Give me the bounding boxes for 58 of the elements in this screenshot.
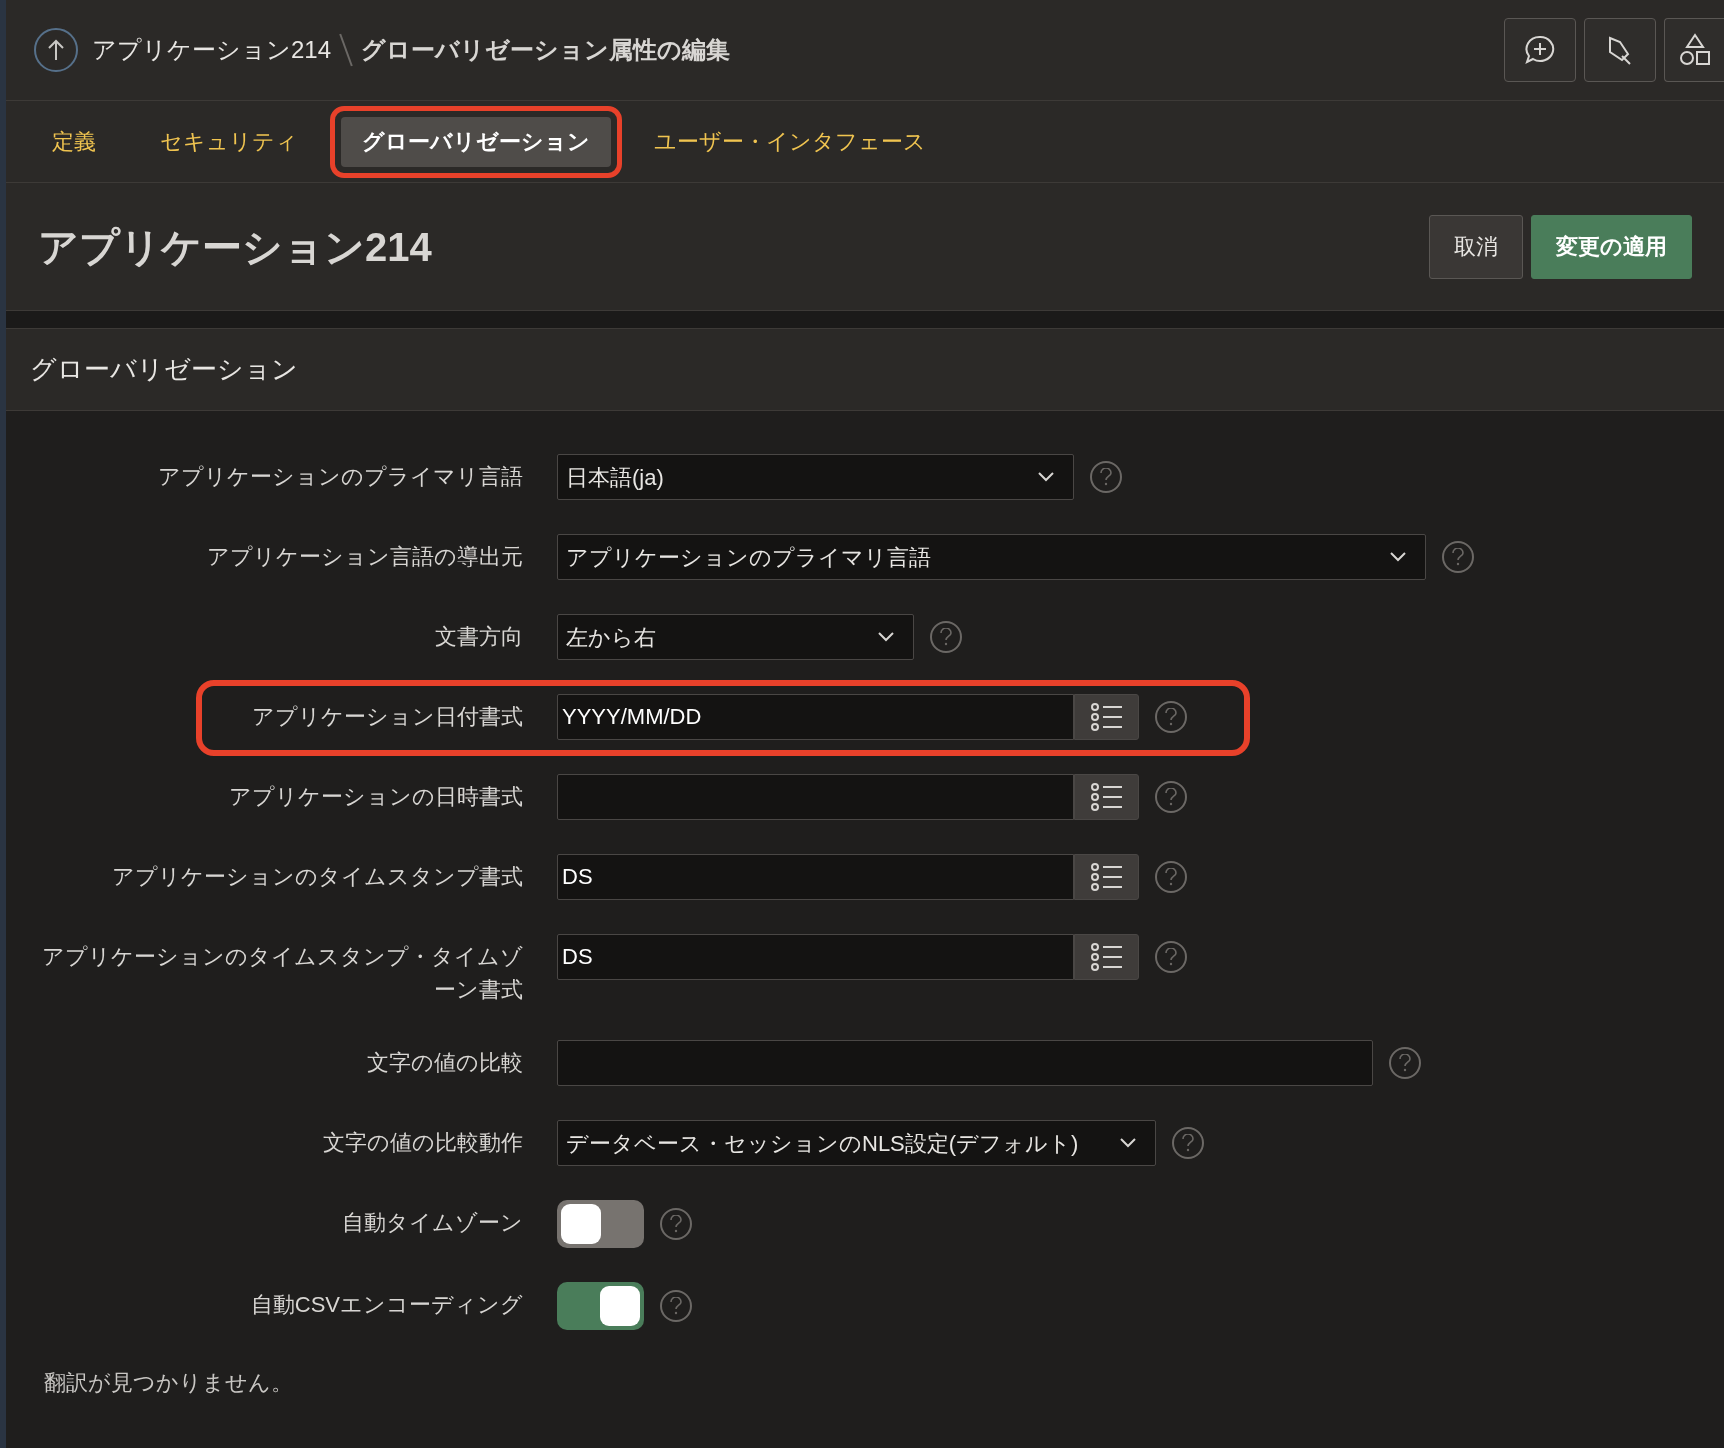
help-icon[interactable]: [1090, 461, 1122, 493]
page-title: アプリケーション214: [38, 223, 433, 271]
tab[interactable]: セキュリティ: [139, 116, 319, 167]
field-label: アプリケーション言語の導出元: [206, 543, 523, 571]
chevron-down-icon: [1389, 551, 1407, 563]
field-label: アプリケーション日付書式: [251, 703, 523, 731]
help-icon[interactable]: [1442, 541, 1474, 573]
breadcrumb-link[interactable]: アプリケーション214: [92, 32, 332, 68]
input-field[interactable]: [557, 774, 1074, 820]
region-title: グローバリゼーション: [30, 353, 298, 386]
chevron-down-icon: [1037, 471, 1055, 483]
select-field[interactable]: データベース・セッションのNLS設定(デフォルト): [557, 1120, 1156, 1166]
field-label: アプリケーションのプライマリ言語: [157, 463, 523, 491]
input-field[interactable]: YYYY/MM/DD: [557, 694, 1074, 740]
chevron-down-icon: [877, 631, 895, 643]
field-label: 自動タイムゾーン: [341, 1209, 523, 1237]
input-field[interactable]: DS: [557, 934, 1074, 980]
select-field[interactable]: アプリケーションのプライマリ言語: [557, 534, 1426, 580]
select-field[interactable]: 日本語(ja): [557, 454, 1074, 500]
list-picker-button[interactable]: [1074, 774, 1139, 820]
cancel-button[interactable]: 取消: [1429, 214, 1523, 279]
field-label: アプリケーションのタイムスタンプ書式: [111, 863, 523, 891]
help-icon[interactable]: [1155, 941, 1187, 973]
help-icon[interactable]: [930, 621, 962, 653]
apply-button[interactable]: 変更の適用: [1531, 214, 1692, 279]
shapes-button[interactable]: [1664, 18, 1724, 82]
list-picker-button[interactable]: [1074, 854, 1139, 900]
help-icon[interactable]: [660, 1290, 692, 1322]
breadcrumb-current: グローバリゼーション属性の編集: [361, 35, 731, 65]
help-icon[interactable]: [1155, 861, 1187, 893]
select-field[interactable]: 左から右: [557, 614, 914, 660]
field-label: 文字の値の比較: [366, 1049, 523, 1077]
input-field[interactable]: [557, 1040, 1373, 1086]
footer-note: 翻訳が見つかりません。: [43, 1369, 294, 1397]
chevron-down-icon: [1119, 1137, 1137, 1149]
help-icon[interactable]: [1172, 1127, 1204, 1159]
toggle-switch[interactable]: [557, 1200, 644, 1248]
input-field[interactable]: DS: [557, 854, 1074, 900]
list-picker-button[interactable]: [1074, 934, 1139, 980]
help-icon[interactable]: [1155, 781, 1187, 813]
help-icon[interactable]: [660, 1208, 692, 1240]
field-label: 文字の値の比較動作: [322, 1129, 523, 1157]
add-comment-button[interactable]: [1504, 18, 1576, 82]
field-label: 文書方向: [434, 623, 523, 651]
list-icon: [1090, 863, 1123, 891]
field-label: アプリケーションの日時書式: [228, 783, 523, 811]
tab[interactable]: グローバリゼーション: [341, 116, 611, 167]
list-picker-button[interactable]: [1074, 694, 1139, 740]
list-icon: [1090, 943, 1123, 971]
field-label: アプリケーションのタイムスタンプ・タイムゾーン書式: [41, 943, 523, 1004]
help-icon[interactable]: [1389, 1047, 1421, 1079]
tab[interactable]: 定義: [31, 116, 117, 167]
list-icon: [1090, 703, 1123, 731]
help-icon[interactable]: [1155, 701, 1187, 733]
tab[interactable]: ユーザー・インタフェース: [633, 116, 947, 167]
toggle-switch[interactable]: [557, 1282, 644, 1330]
field-label: 自動CSVエンコーディング: [249, 1291, 523, 1319]
list-icon: [1090, 783, 1123, 811]
